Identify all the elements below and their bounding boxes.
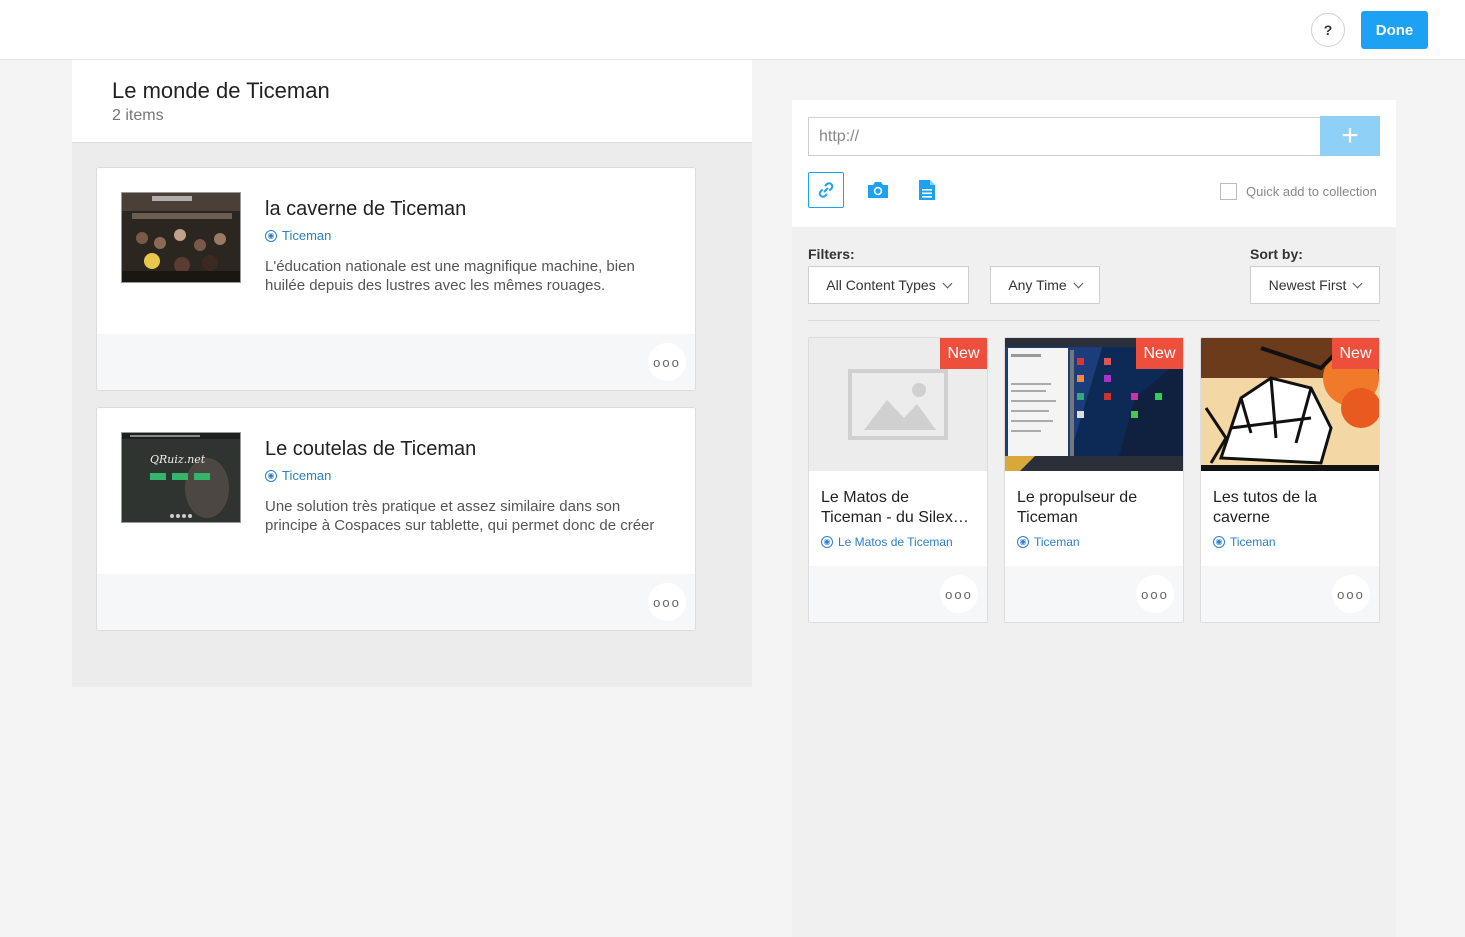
result-title[interactable]: Le propulseur de Ticeman xyxy=(1017,488,1175,528)
collection-header: Le monde de Ticeman 2 items xyxy=(72,60,752,143)
result-title-line: Les tutos de la xyxy=(1213,489,1318,506)
chevron-down-icon xyxy=(1352,278,1363,288)
item-footer: ooo xyxy=(97,574,695,630)
result-source-label: Ticeman xyxy=(1230,535,1276,549)
sort-value: Newest First xyxy=(1268,277,1347,293)
item-description: Une solution très pratique et assez simi… xyxy=(265,498,655,534)
result-footer: ooo xyxy=(1005,566,1183,622)
item-thumbnail xyxy=(121,192,241,283)
svg-text:QRuiz.net: QRuiz.net xyxy=(150,453,206,466)
more-options-button[interactable]: ooo xyxy=(1332,575,1370,613)
content-type-dropdown[interactable]: All Content Types xyxy=(808,266,969,304)
result-thumbnail: New xyxy=(809,338,987,471)
result-title-line: caverne xyxy=(1213,509,1270,526)
new-badge: New xyxy=(1332,338,1379,369)
result-thumbnail: New xyxy=(1201,338,1379,471)
new-badge: New xyxy=(940,338,987,369)
document-type-button[interactable] xyxy=(909,172,945,208)
globe-icon: ◉ xyxy=(821,536,833,548)
item-source-label: Ticeman xyxy=(282,228,332,243)
done-button[interactable]: Done xyxy=(1361,11,1428,49)
item-source-label: Ticeman xyxy=(282,468,332,483)
result-card[interactable]: New Les tutos de la caverne ◉ Ticeman oo… xyxy=(1200,337,1380,623)
result-card[interactable]: New Le propulseur de Ticeman ◉ Ticeman o… xyxy=(1004,337,1184,623)
add-content-header: + xyxy=(792,100,1396,227)
collection-panel: Le monde de Ticeman 2 items la caverne d… xyxy=(72,60,752,687)
result-footer: ooo xyxy=(809,566,987,622)
document-icon xyxy=(919,180,935,200)
globe-icon: ◉ xyxy=(265,469,277,482)
chevron-down-icon xyxy=(1073,278,1084,288)
result-source-label: Le Matos de Ticeman xyxy=(838,535,953,549)
add-content-panel: + xyxy=(792,100,1396,937)
result-thumbnail: New xyxy=(1005,338,1183,471)
globe-icon: ◉ xyxy=(1017,536,1029,548)
result-title-line: Ticeman xyxy=(1017,509,1078,526)
checkbox[interactable] xyxy=(1220,183,1237,200)
item-thumbnail: QRuiz.net xyxy=(121,432,241,523)
more-options-button[interactable]: ooo xyxy=(648,343,686,381)
result-source[interactable]: ◉ Ticeman xyxy=(1213,535,1276,549)
item-source[interactable]: ◉ Ticeman xyxy=(265,228,331,243)
quick-add-checkbox[interactable]: Quick add to collection xyxy=(1220,183,1377,200)
item-description: L'éducation nationale est une magnifique… xyxy=(265,258,635,294)
time-value: Any Time xyxy=(1008,277,1067,293)
sort-dropdown[interactable]: Newest First xyxy=(1250,266,1380,304)
divider xyxy=(808,320,1380,321)
new-badge: New xyxy=(1136,338,1183,369)
collection-title: Le monde de Ticeman xyxy=(112,78,330,103)
globe-icon: ◉ xyxy=(265,229,277,242)
result-footer: ooo xyxy=(1201,566,1379,622)
result-title-line: Le propulseur de xyxy=(1017,489,1138,506)
quick-add-label: Quick add to collection xyxy=(1246,184,1377,199)
more-options-button[interactable]: ooo xyxy=(940,575,978,613)
camera-icon xyxy=(868,182,888,198)
more-options-button[interactable]: ooo xyxy=(648,583,686,621)
result-source-label: Ticeman xyxy=(1034,535,1080,549)
chevron-down-icon xyxy=(942,278,953,288)
collection-item-card[interactable]: QRuiz.net Le coutelas de Ticeman ◉ Ticem… xyxy=(96,407,696,631)
more-options-button[interactable]: ooo xyxy=(1136,575,1174,613)
collection-item-count: 2 items xyxy=(112,107,164,124)
add-url-button[interactable]: + xyxy=(1320,116,1380,156)
sort-label: Sort by: xyxy=(1250,246,1303,262)
result-source[interactable]: ◉ Le Matos de Ticeman xyxy=(821,535,953,549)
content-type-value: All Content Types xyxy=(826,277,936,293)
result-title-line: Le Matos de xyxy=(821,489,910,506)
globe-icon: ◉ xyxy=(1213,536,1225,548)
result-title[interactable]: Le Matos de Ticeman - du Silex… xyxy=(821,488,979,528)
filters-label: Filters: xyxy=(808,246,855,262)
item-footer: ooo xyxy=(97,334,695,390)
result-title[interactable]: Les tutos de la caverne xyxy=(1213,488,1371,528)
item-title[interactable]: Le coutelas de Ticeman xyxy=(265,438,476,461)
help-button[interactable]: ? xyxy=(1311,13,1345,47)
photo-type-button[interactable] xyxy=(860,172,896,208)
link-type-button[interactable] xyxy=(808,172,844,208)
result-card[interactable]: New Le Matos de Ticeman - du Silex… ◉ Le… xyxy=(808,337,988,623)
collection-item-card[interactable]: la caverne de Ticeman ◉ Ticeman L'éducat… xyxy=(96,167,696,391)
item-title[interactable]: la caverne de Ticeman xyxy=(265,198,466,221)
url-input[interactable] xyxy=(808,117,1321,156)
result-title-line: Ticeman - du Silex… xyxy=(821,509,969,526)
link-icon xyxy=(818,182,834,198)
top-bar: ? Done xyxy=(0,0,1465,60)
result-source[interactable]: ◉ Ticeman xyxy=(1017,535,1080,549)
item-source[interactable]: ◉ Ticeman xyxy=(265,468,331,483)
time-dropdown[interactable]: Any Time xyxy=(990,266,1100,304)
